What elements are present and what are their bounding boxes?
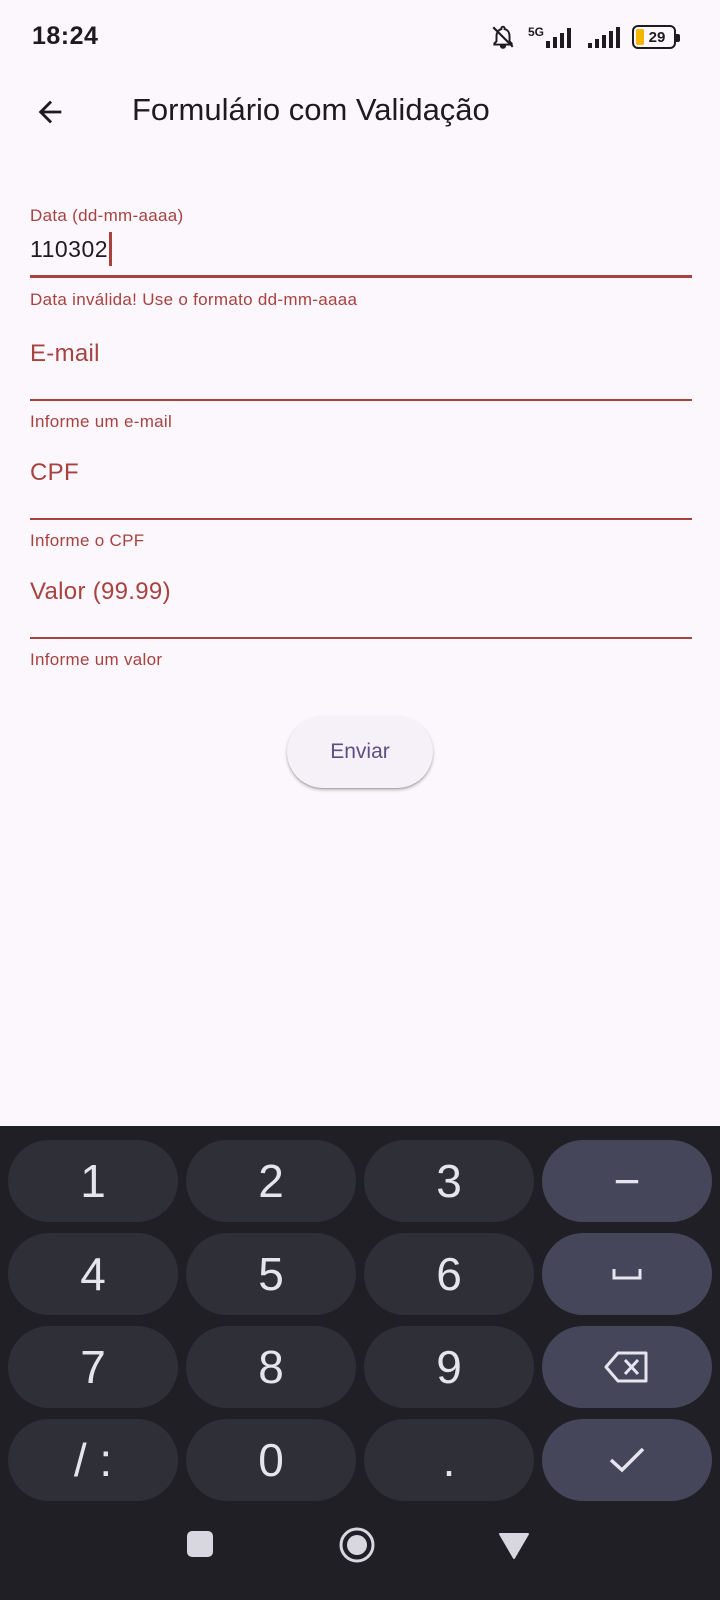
submit-button[interactable]: Enviar [287,716,433,788]
recents-button[interactable] [186,1530,214,1558]
key-space[interactable] [542,1233,712,1315]
date-field-underline [30,275,692,278]
key-0[interactable]: 0 [186,1419,356,1501]
check-icon [609,1447,645,1473]
backspace-icon [604,1351,648,1383]
app-bar: Formulário com Validação [0,72,720,152]
signal-5g-icon: 5G [528,26,576,48]
status-icons: 5G 29 [490,22,680,52]
key-4[interactable]: 4 [8,1233,178,1315]
back-button[interactable] [26,88,74,136]
email-field[interactable]: E-mail Informe um e-mail [30,340,692,432]
back-nav-button[interactable] [498,1532,530,1560]
cpf-field[interactable]: CPF Informe o CPF [30,459,692,551]
square-icon [187,1531,213,1557]
battery-level: 29 [648,28,666,46]
arrow-back-icon [38,100,62,124]
space-icon [612,1269,642,1280]
text-cursor [109,232,113,266]
email-field-underline [30,399,692,401]
email-field-label: E-mail [30,340,100,367]
triangle-down-icon [499,1533,529,1559]
bell-off-icon [492,25,514,49]
key-8[interactable]: 8 [186,1326,356,1408]
key-minus[interactable]: − [542,1140,712,1222]
home-button[interactable] [338,1526,376,1564]
screen: 18:24 5G 29 Formulário com Validação Dat… [0,0,720,1600]
key-6[interactable]: 6 [364,1233,534,1315]
circle-icon [339,1527,375,1563]
date-field-value[interactable]: 110302 [30,232,692,266]
cpf-field-label: CPF [30,459,79,486]
email-field-error: Informe um e-mail [30,412,173,431]
key-7[interactable]: 7 [8,1326,178,1408]
key-5[interactable]: 5 [186,1233,356,1315]
date-field-error: Data inválida! Use o formato dd-mm-aaaa [30,290,358,309]
network-label: 5G [527,25,544,39]
valor-field[interactable]: Valor (99.99) Informe um valor [30,578,692,670]
cpf-field-error: Informe o CPF [30,531,145,550]
key-slash-colon[interactable]: / : [8,1419,178,1501]
key-9[interactable]: 9 [364,1326,534,1408]
key-backspace[interactable] [542,1326,712,1408]
valor-field-underline [30,637,692,639]
navigation-bar [0,1506,720,1600]
key-3[interactable]: 3 [364,1140,534,1222]
date-input-text: 110302 [30,235,109,262]
status-time: 18:24 [32,22,99,50]
key-period[interactable]: . [364,1419,534,1501]
key-done[interactable] [542,1419,712,1501]
signal-icon [588,27,620,48]
status-bar: 18:24 5G 29 [0,0,720,72]
cpf-field-underline [30,518,692,520]
page-title: Formulário com Validação [132,92,490,127]
date-field[interactable]: Data (dd-mm-aaaa) 110302 Data inválida! … [30,206,692,314]
date-field-label: Data (dd-mm-aaaa) [30,206,184,225]
key-1[interactable]: 1 [8,1140,178,1222]
valor-field-error: Informe um valor [30,650,163,669]
battery-icon: 29 [632,25,680,49]
valor-field-label: Valor (99.99) [30,578,171,605]
key-2[interactable]: 2 [186,1140,356,1222]
